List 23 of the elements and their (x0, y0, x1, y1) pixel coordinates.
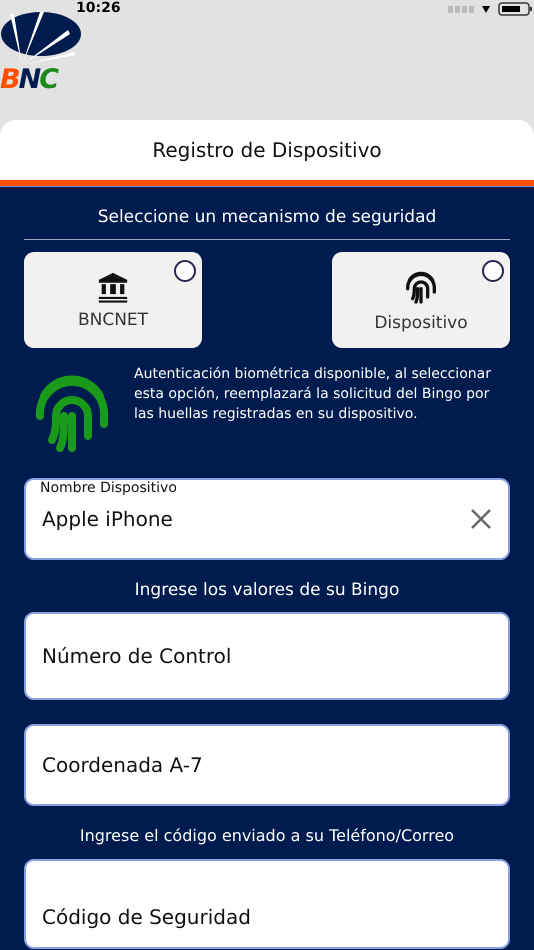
input-field[interactable]: Número de Control (24, 612, 510, 700)
text-input[interactable]: Apple iPhone (42, 507, 470, 531)
security-option[interactable]: Dispositivo (332, 252, 510, 348)
radio-button[interactable] (174, 260, 196, 282)
bank-icon (96, 270, 130, 304)
security-option[interactable]: BNCNET (24, 252, 202, 348)
card-title: Registro de Dispositivo (151, 137, 383, 164)
text-input[interactable]: Código de Seguridad (42, 887, 492, 947)
input-field[interactable]: Coordenada A-7 (24, 724, 510, 806)
section-heading: Ingrese el código enviado a su Teléfono/Correo (78, 825, 456, 847)
signal-icon (448, 6, 474, 12)
battery-icon (498, 2, 532, 16)
close-icon[interactable] (470, 508, 492, 530)
section-heading: Ingrese los valores de su Bingo (134, 579, 400, 602)
biometric-note: Autenticación biométrica disponible, al seleccionar esta opción, reemplazará la solicitud del Bingo por las huellas registradas en su dispositivo. (134, 365, 492, 424)
status-time: 10:26 (76, 0, 121, 16)
logo-text: BNC (0, 67, 58, 93)
section-heading: Seleccione un mecanismo de seguridad (96, 206, 438, 229)
input-field[interactable]: Código de Seguridad (24, 859, 510, 949)
radio-button[interactable] (482, 260, 504, 282)
text-input[interactable]: Coordenada A-7 (42, 753, 492, 777)
device-name-field[interactable]: Nombre Dispositivo Apple iPhone (24, 478, 510, 560)
text-input[interactable]: Número de Control (42, 644, 492, 668)
